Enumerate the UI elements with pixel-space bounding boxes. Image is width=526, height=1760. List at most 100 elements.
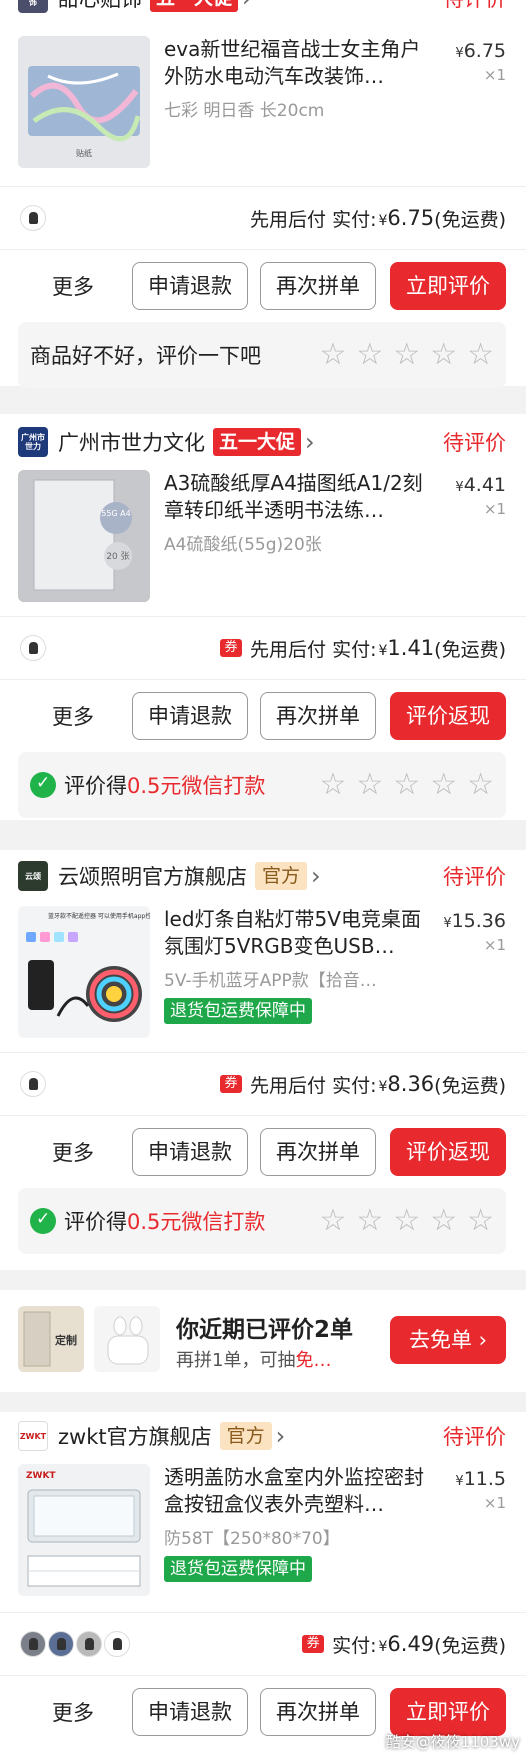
payment-label: 先用后付 实付: <box>250 208 377 231</box>
action-row: 更多 申请退款 再次拼单 评价返现 <box>0 1116 526 1188</box>
review-now-button[interactable]: 立即评价 <box>390 262 506 310</box>
avatar <box>20 1071 46 1097</box>
product-item[interactable]: 贴纸 eva新世纪福音战士女主角户外防水电动汽车改装饰… 七彩 明日香 长20c… <box>18 36 506 168</box>
product-image[interactable]: 蓝牙款不配遥控器 可以使用手机app控制 <box>18 906 150 1038</box>
refund-button[interactable]: 申请退款 <box>132 1688 248 1736</box>
shop-name[interactable]: zwkt官方旗舰店 <box>58 1421 212 1451</box>
refund-button[interactable]: 申请退款 <box>132 262 248 310</box>
shop-header[interactable]: 甜心贴饰 甜心贴饰 五一大促 › 待评价 <box>18 0 506 16</box>
more-button[interactable]: 更多 <box>52 701 94 731</box>
shop-name[interactable]: 甜心贴饰 <box>58 0 142 13</box>
shop-name[interactable]: 云颂照明官方旗舰店 <box>58 861 247 891</box>
product-item[interactable]: 55G A4 20 张 A3硫酸纸厚A4描图纸A1/2刻章转印纸半透明书法练… … <box>18 470 506 602</box>
go-free-order-button[interactable]: 去免单 › <box>390 1316 506 1364</box>
shop-header[interactable]: ZWKT zwkt官方旗舰店 官方 › 待评价 <box>18 1418 506 1454</box>
star-icon[interactable]: ☆ <box>393 1206 420 1236</box>
tracing-paper-image: 55G A4 20 张 <box>18 470 150 602</box>
review-now-button[interactable]: 立即评价 <box>390 1688 506 1736</box>
star-icon[interactable]: ☆ <box>430 340 457 370</box>
product-title[interactable]: eva新世纪福音战士女主角户外防水电动汽车改装饰… <box>164 36 432 90</box>
reorder-button[interactable]: 再次拼单 <box>260 1688 376 1736</box>
review-cashback-prompt[interactable]: 评价得0.5元微信打款 ☆ ☆ ☆ ☆ ☆ <box>18 752 506 818</box>
shop-logo: ZWKT <box>18 1421 48 1451</box>
product-price: ¥15.36 <box>443 910 506 932</box>
product-title[interactable]: A3硫酸纸厚A4描图纸A1/2刻章转印纸半透明书法练… <box>164 470 432 524</box>
shop-name[interactable]: 广州市世力文化 <box>58 427 205 457</box>
product-qty: ×1 <box>483 1494 506 1512</box>
shipping-note: (免运费) <box>434 1634 506 1657</box>
star-icon[interactable]: ☆ <box>430 770 457 800</box>
star-icon[interactable]: ☆ <box>467 770 494 800</box>
currency-symbol: ¥ <box>455 480 464 495</box>
product-image[interactable]: 贴纸 <box>18 36 150 168</box>
avatar <box>20 1631 46 1657</box>
product-qty: ×1 <box>483 936 506 954</box>
currency-symbol: ¥ <box>455 1474 464 1489</box>
star-icon[interactable]: ☆ <box>319 1206 346 1236</box>
star-icon[interactable]: ☆ <box>356 340 383 370</box>
product-item[interactable]: ZWKT 透明盖防水盒室内外监控密封盒按钮盒仪表外壳塑料… 防58T【250*8… <box>18 1464 506 1596</box>
star-icon[interactable]: ☆ <box>467 1206 494 1236</box>
shipping-note: (免运费) <box>434 638 506 661</box>
avatar <box>20 205 46 231</box>
banner-thumb-1: 定制 <box>18 1306 84 1372</box>
star-icon[interactable]: ☆ <box>393 770 420 800</box>
free-order-banner[interactable]: 定制 你近期已评价2单 再拼1单，可抽免… 去免单 › <box>0 1290 526 1392</box>
order-card: 甜心贴饰 甜心贴饰 五一大促 › 待评价 贴纸 eva新世纪福音战士女主角户外防… <box>0 0 526 388</box>
star-icon[interactable]: ☆ <box>467 340 494 370</box>
svg-text:定制: 定制 <box>55 1333 77 1347</box>
payment-amount: ¥8.36 <box>378 1072 435 1096</box>
product-item[interactable]: 蓝牙款不配遥控器 可以使用手机app控制 led灯条自粘灯带5V电竞桌面氛围灯5… <box>18 906 506 1038</box>
payment-row: 券 实付: ¥6.49 (免运费) <box>0 1612 526 1676</box>
star-icon[interactable]: ☆ <box>356 1206 383 1236</box>
shop-header[interactable]: 广州市世力 广州市世力文化 五一大促 › 待评价 <box>18 424 506 460</box>
svg-text:55G A4: 55G A4 <box>101 509 130 518</box>
shipping-note: (免运费) <box>434 208 506 231</box>
review-cashback-text: 评价得0.5元微信打款 <box>64 774 266 798</box>
review-cashback-prompt[interactable]: 评价得0.5元微信打款 ☆ ☆ ☆ ☆ ☆ <box>18 1188 506 1254</box>
action-row: 更多 申请退款 再次拼单 立即评价 <box>0 250 526 322</box>
refund-button[interactable]: 申请退款 <box>132 1128 248 1176</box>
review-prompt[interactable]: 商品好不好，评价一下吧 ☆ ☆ ☆ ☆ ☆ <box>18 322 506 388</box>
star-rating[interactable]: ☆ ☆ ☆ ☆ ☆ <box>319 340 494 370</box>
product-title[interactable]: led灯条自粘灯带5V电竞桌面氛围灯5VRGB变色USB… <box>164 906 432 960</box>
star-icon[interactable]: ☆ <box>393 340 420 370</box>
product-spec: 5V-手机蓝牙APP款【拾音… <box>164 971 377 991</box>
shop-header[interactable]: 云颂 云颂照明官方旗舰店 官方 › 待评价 <box>18 858 506 894</box>
reorder-button[interactable]: 再次拼单 <box>260 692 376 740</box>
order-status: 待评价 <box>443 0 506 13</box>
wechat-pay-icon <box>30 772 56 798</box>
product-price: ¥6.75 <box>455 40 506 62</box>
reorder-button[interactable]: 再次拼单 <box>260 1128 376 1176</box>
currency-symbol: ¥ <box>455 46 464 61</box>
star-icon[interactable]: ☆ <box>356 770 383 800</box>
star-rating[interactable]: ☆ ☆ ☆ ☆ ☆ <box>319 770 494 800</box>
star-icon[interactable]: ☆ <box>319 340 346 370</box>
payment-summary: 先用后付 实付: ¥6.75 (免运费) <box>250 205 506 232</box>
product-image[interactable]: 55G A4 20 张 <box>18 470 150 602</box>
refund-button[interactable]: 申请退款 <box>132 692 248 740</box>
review-cashback-button[interactable]: 评价返现 <box>390 692 506 740</box>
shipping-guarantee-badge: 退货包运费保障中 <box>164 1556 312 1582</box>
avatar <box>104 1631 130 1657</box>
customized-product-image: 定制 <box>18 1306 84 1372</box>
svg-text:ZWKT: ZWKT <box>26 1471 56 1481</box>
star-icon[interactable]: ☆ <box>319 770 346 800</box>
product-title[interactable]: 透明盖防水盒室内外监控密封盒按钮盒仪表外壳塑料… <box>164 1464 432 1518</box>
avatar <box>20 635 46 661</box>
order-card: 广州市世力 广州市世力文化 五一大促 › 待评价 55G A4 20 张 A3硫… <box>0 414 526 820</box>
payment-amount: ¥1.41 <box>378 636 435 660</box>
more-button[interactable]: 更多 <box>52 1137 94 1167</box>
star-icon[interactable]: ☆ <box>430 1206 457 1236</box>
more-button[interactable]: 更多 <box>52 1697 94 1727</box>
wechat-pay-icon <box>30 1208 56 1234</box>
star-rating[interactable]: ☆ ☆ ☆ ☆ ☆ <box>319 1206 494 1236</box>
more-button[interactable]: 更多 <box>52 271 94 301</box>
coupon-icon: 券 <box>220 639 243 657</box>
promo-badge: 五一大促 <box>213 428 302 456</box>
order-status: 待评价 <box>443 865 506 889</box>
product-image[interactable]: ZWKT <box>18 1464 150 1596</box>
product-qty: ×1 <box>483 500 506 518</box>
review-cashback-button[interactable]: 评价返现 <box>390 1128 506 1176</box>
reorder-button[interactable]: 再次拼单 <box>260 262 376 310</box>
